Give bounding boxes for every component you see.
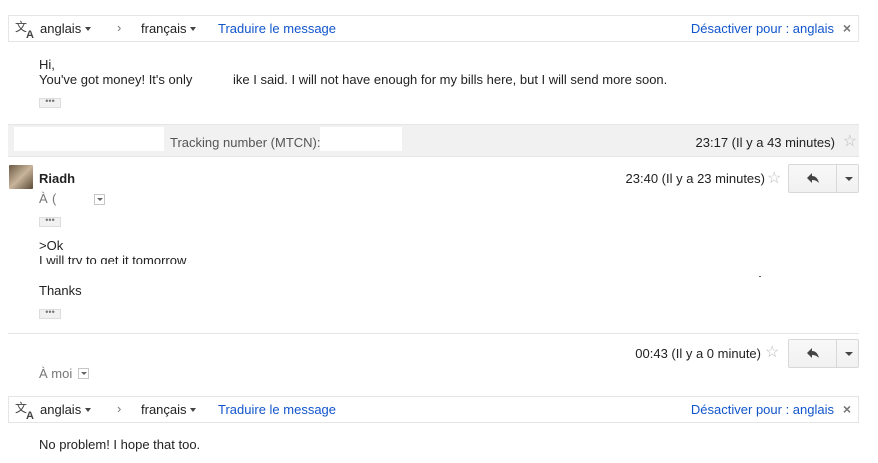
message-time: 23:17 (Il y a 43 minutes) [695,135,835,150]
translate-bar: 文 A anglais › français Traduire le messa… [8,15,859,42]
svg-text:A: A [26,29,34,39]
quoted-line: >Ok [39,238,64,253]
reply-button[interactable] [789,340,837,367]
avatar[interactable] [9,165,33,189]
source-language-select[interactable]: anglais [40,402,81,417]
message-time: 23:40 (Il y a 23 minutes) [625,171,765,186]
translate-icon: 文 A [15,400,37,422]
more-actions-icon[interactable] [845,352,853,356]
star-icon[interactable]: ☆ [843,134,857,150]
translate-bar: 文 A anglais › français Traduire le messa… [8,396,859,423]
show-trimmed-content-button[interactable]: ••• [39,308,61,319]
reply-button[interactable] [789,165,837,192]
chevron-down-icon[interactable] [190,408,196,412]
message-snippet: Tracking number (MTCN): [170,135,321,150]
star-icon[interactable]: ☆ [767,171,781,187]
show-trimmed-content-button[interactable]: ••• [39,97,61,108]
translate-message-link[interactable]: Traduire le message [218,402,336,417]
message-time: 00:43 (Il y a 0 minute) [635,346,761,361]
reply-icon [807,348,819,358]
chevron-down-icon[interactable] [85,27,91,31]
redacted-sender [14,127,164,151]
reply-button-group[interactable] [788,164,859,193]
source-language-select[interactable]: anglais [40,21,81,36]
recipient-fragment: ( [52,191,57,206]
close-icon[interactable]: × [843,401,851,417]
details-dropdown-icon[interactable] [78,368,89,379]
message-greeting: Hi, [39,57,55,72]
reply-icon [807,173,819,183]
recipient-prefix: À [39,191,48,206]
more-actions-icon[interactable] [845,177,853,181]
show-trimmed-content-button[interactable]: ••• [39,216,61,227]
translate-icon: 文 A [15,19,37,41]
target-language-select[interactable]: français [141,402,187,417]
chevron-down-icon[interactable] [85,408,91,412]
star-icon[interactable]: ☆ [765,345,779,361]
message-body: No problem! I hope that too. [39,437,201,452]
message-body-start: You've got money! It's only [39,72,193,87]
sender-name[interactable]: Riadh [39,171,75,186]
chevron-right-icon: › [117,401,122,416]
recipient-line: À moi [39,366,73,381]
disable-translation-link[interactable]: Désactiver pour : anglais [691,402,834,417]
divider [8,333,859,334]
message-body-rest: ike I said. I will not have enough for m… [233,72,668,87]
clipped-line: I will try to get it tomorrow [39,253,187,264]
collapsed-message-row[interactable]: Tracking number (MTCN): 23:17 (Il y a 43… [8,124,859,157]
target-language-select[interactable]: français [141,21,187,36]
disable-translation-link[interactable]: Désactiver pour : anglais [691,21,834,36]
svg-text:A: A [26,410,34,420]
translate-message-link[interactable]: Traduire le message [218,21,336,36]
chevron-right-icon: › [117,20,122,35]
message-closing: Thanks [39,283,82,298]
redacted-tracking-number [320,127,402,151]
reply-button-group[interactable] [788,339,859,368]
chevron-down-icon[interactable] [190,27,196,31]
stray-dot [759,276,761,277]
details-dropdown-icon[interactable] [94,194,105,205]
close-icon[interactable]: × [843,20,851,36]
